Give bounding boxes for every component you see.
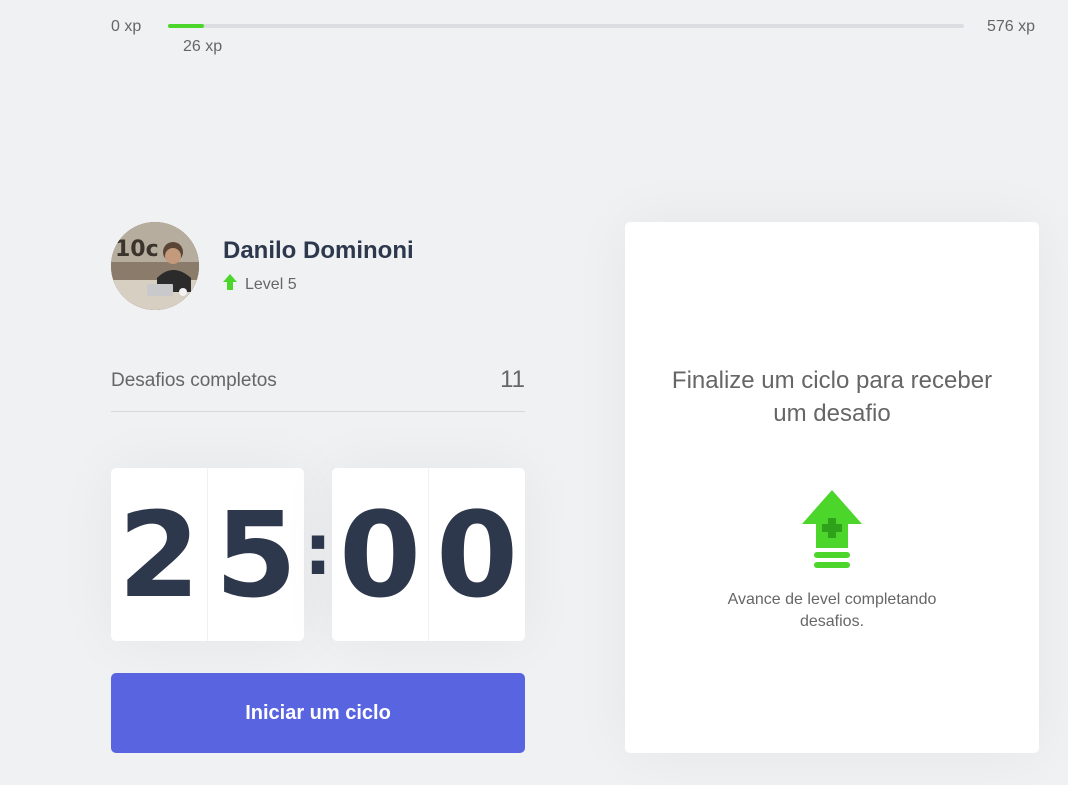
xp-progress-fill bbox=[168, 24, 204, 28]
countdown-separator: : bbox=[304, 508, 332, 591]
avatar: 10c bbox=[111, 222, 199, 310]
second-digit-left: 0 bbox=[338, 485, 422, 624]
profile-name: Danilo Dominoni bbox=[223, 237, 414, 264]
second-digit-right: 0 bbox=[428, 468, 525, 641]
countdown-seconds: 0 0 bbox=[332, 468, 525, 641]
challenge-box: Finalize um ciclo para receber um desafi… bbox=[625, 222, 1039, 753]
start-cycle-button[interactable]: Iniciar um ciclo bbox=[111, 673, 525, 753]
minute-digit-left: 2 bbox=[117, 485, 201, 624]
countdown-minutes: 2 5 bbox=[111, 468, 304, 641]
xp-current-label: 26 xp bbox=[183, 38, 223, 55]
completed-challenges: Desafios completos 11 bbox=[111, 366, 525, 412]
xp-max-label: 576 xp bbox=[987, 18, 1036, 35]
svg-text:10c: 10c bbox=[115, 237, 159, 262]
level-label: Level 5 bbox=[245, 275, 297, 293]
level-up-arrow-icon bbox=[223, 274, 237, 295]
xp-min-label: 0 xp bbox=[111, 18, 142, 35]
countdown: 2 5 : 0 0 bbox=[111, 468, 525, 641]
challenge-box-title: Finalize um ciclo para receber um desafi… bbox=[671, 367, 993, 427]
level-up-icon bbox=[802, 490, 862, 575]
profile-level: Level 5 bbox=[223, 274, 297, 295]
challenge-box-hint: Avance de level completando desafios. bbox=[727, 591, 937, 630]
xp-progress-bar bbox=[168, 24, 964, 28]
minute-digit-right: 5 bbox=[207, 468, 304, 641]
completed-challenges-count: 11 bbox=[500, 366, 525, 393]
completed-challenges-label: Desafios completos bbox=[111, 370, 277, 391]
